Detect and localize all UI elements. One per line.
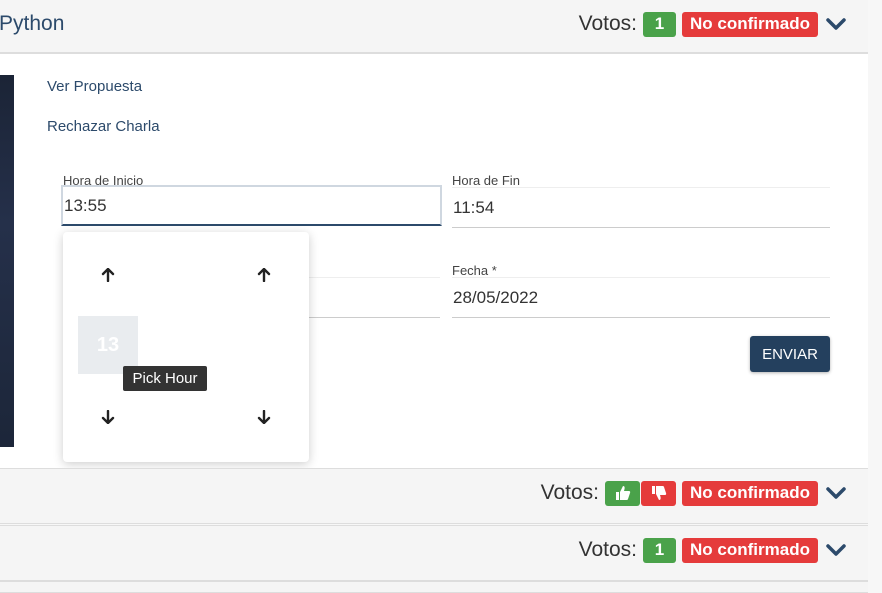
votes-label: Votos: [540,481,599,504]
arrow-up-icon[interactable] [254,265,274,285]
panel-header-1[interactable]: Python Votos: 1 No confirmado [0,0,868,54]
arrow-down-icon[interactable] [254,407,274,427]
votes-group: Votos: No confirmado [541,480,846,506]
thumbs-up-icon[interactable] [605,480,640,506]
panel-header-2[interactable]: Votos: No confirmado [0,468,868,524]
end-time-label: Hora de Fin [452,173,520,188]
chevron-down-icon[interactable] [826,14,846,34]
view-proposal-link[interactable]: Ver Propuesta [47,78,142,95]
votes-group: Votos: 1 No confirmado [579,537,846,563]
votes-label: Votos: [578,538,637,561]
talk-title: Python [0,12,65,35]
arrow-down-icon[interactable] [98,407,118,427]
reject-talk-link[interactable]: Rechazar Charla [47,118,160,135]
votes-count-badge: 1 [643,537,676,563]
date-input[interactable]: 28/05/2022 [452,277,830,318]
panel-header-3[interactable]: Votos: 1 No confirmado [0,525,868,581]
chevron-down-icon[interactable] [826,483,846,503]
votes-label: Votos: [578,12,637,35]
arrow-up-icon[interactable] [98,265,118,285]
votes-count-badge: 1 [643,11,676,37]
end-time-input[interactable]: 11:54 [452,187,830,228]
status-badge: No confirmado [682,11,818,37]
chevron-down-icon[interactable] [826,540,846,560]
thumbs-down-icon[interactable] [641,480,676,506]
submit-button[interactable]: ENVIAR [750,336,830,372]
status-badge: No confirmado [682,480,818,506]
hidden-field[interactable] [300,277,440,318]
votes-group: Votos: 1 No confirmado [579,11,846,37]
date-label: Fecha * [452,263,497,278]
status-badge: No confirmado [682,537,818,563]
tooltip: Pick Hour [123,366,207,391]
speaker-photo [0,75,14,447]
start-time-input[interactable]: 13:55 [61,185,442,226]
panel-header-4[interactable] [0,581,868,593]
